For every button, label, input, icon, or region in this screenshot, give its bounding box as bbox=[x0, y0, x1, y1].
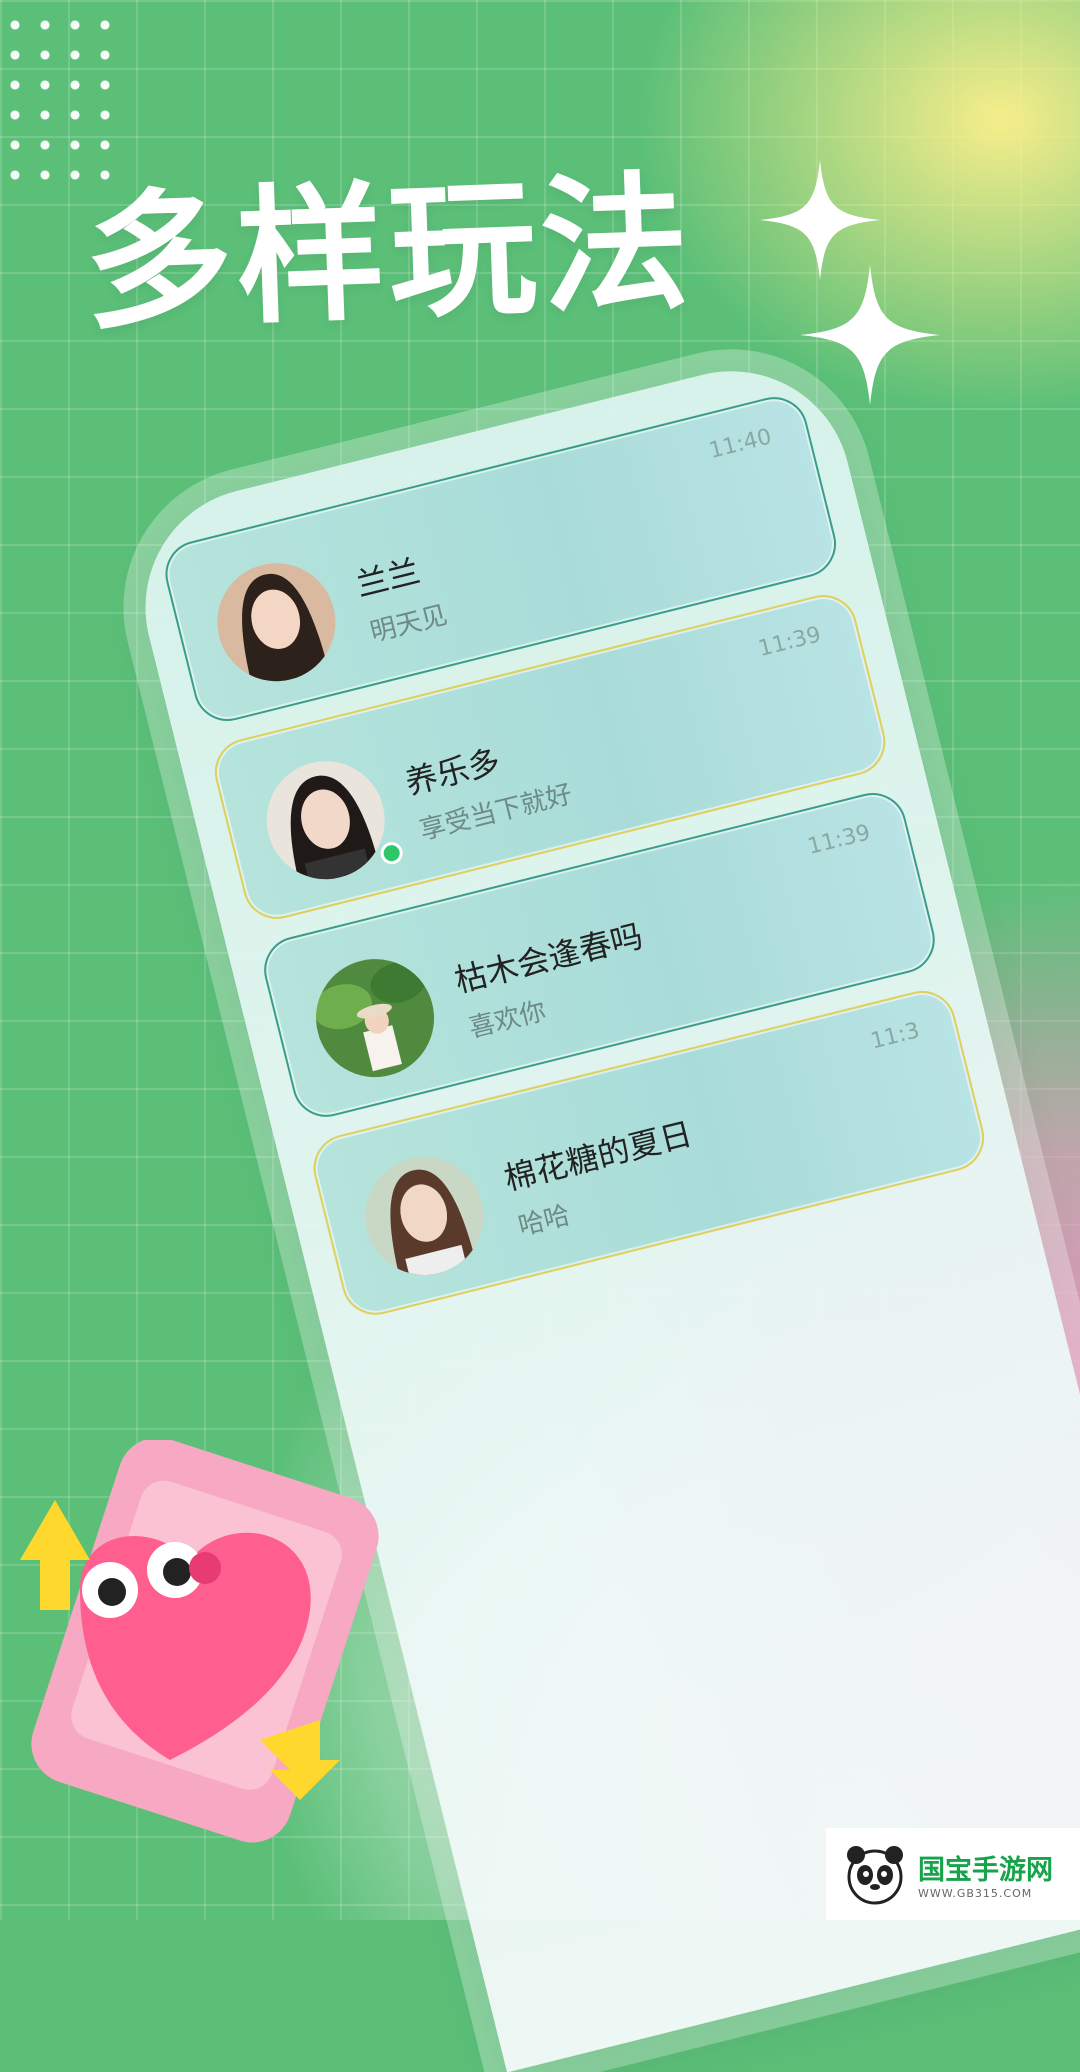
chat-preview: 喜欢你 bbox=[466, 996, 549, 1045]
chat-preview: 明天见 bbox=[367, 600, 451, 649]
chat-time: 11:3 bbox=[868, 1018, 923, 1055]
chat-preview: 哈哈 bbox=[515, 1200, 574, 1243]
chat-name: 枯木会逢春吗 bbox=[451, 916, 647, 1000]
heart-mascot-icon bbox=[20, 1440, 379, 1843]
online-status-dot bbox=[378, 839, 406, 867]
avatar bbox=[204, 550, 348, 694]
avatar bbox=[352, 1144, 496, 1288]
avatar bbox=[303, 946, 447, 1090]
watermark-title: 国宝手游网 bbox=[918, 1855, 1053, 1886]
sparkle-icon bbox=[800, 265, 940, 405]
sparkle-icon bbox=[760, 160, 880, 280]
chat-time: 11:39 bbox=[755, 622, 824, 662]
watermark-subtitle: WWW.GB315.COM bbox=[918, 1887, 1033, 1900]
watermark-logo[interactable]: 国宝手游网 WWW.GB315.COM bbox=[826, 1828, 1080, 1920]
avatar bbox=[254, 748, 398, 892]
chat-time: 11:40 bbox=[706, 424, 775, 464]
chat-name: 兰兰 bbox=[352, 551, 424, 605]
chat-time: 11:39 bbox=[805, 820, 873, 860]
chat-name: 棉花糖的夏日 bbox=[500, 1114, 696, 1198]
panda-icon bbox=[847, 1846, 903, 1905]
dot-pattern bbox=[0, 10, 130, 180]
headline: 多样玩法 bbox=[81, 156, 696, 350]
